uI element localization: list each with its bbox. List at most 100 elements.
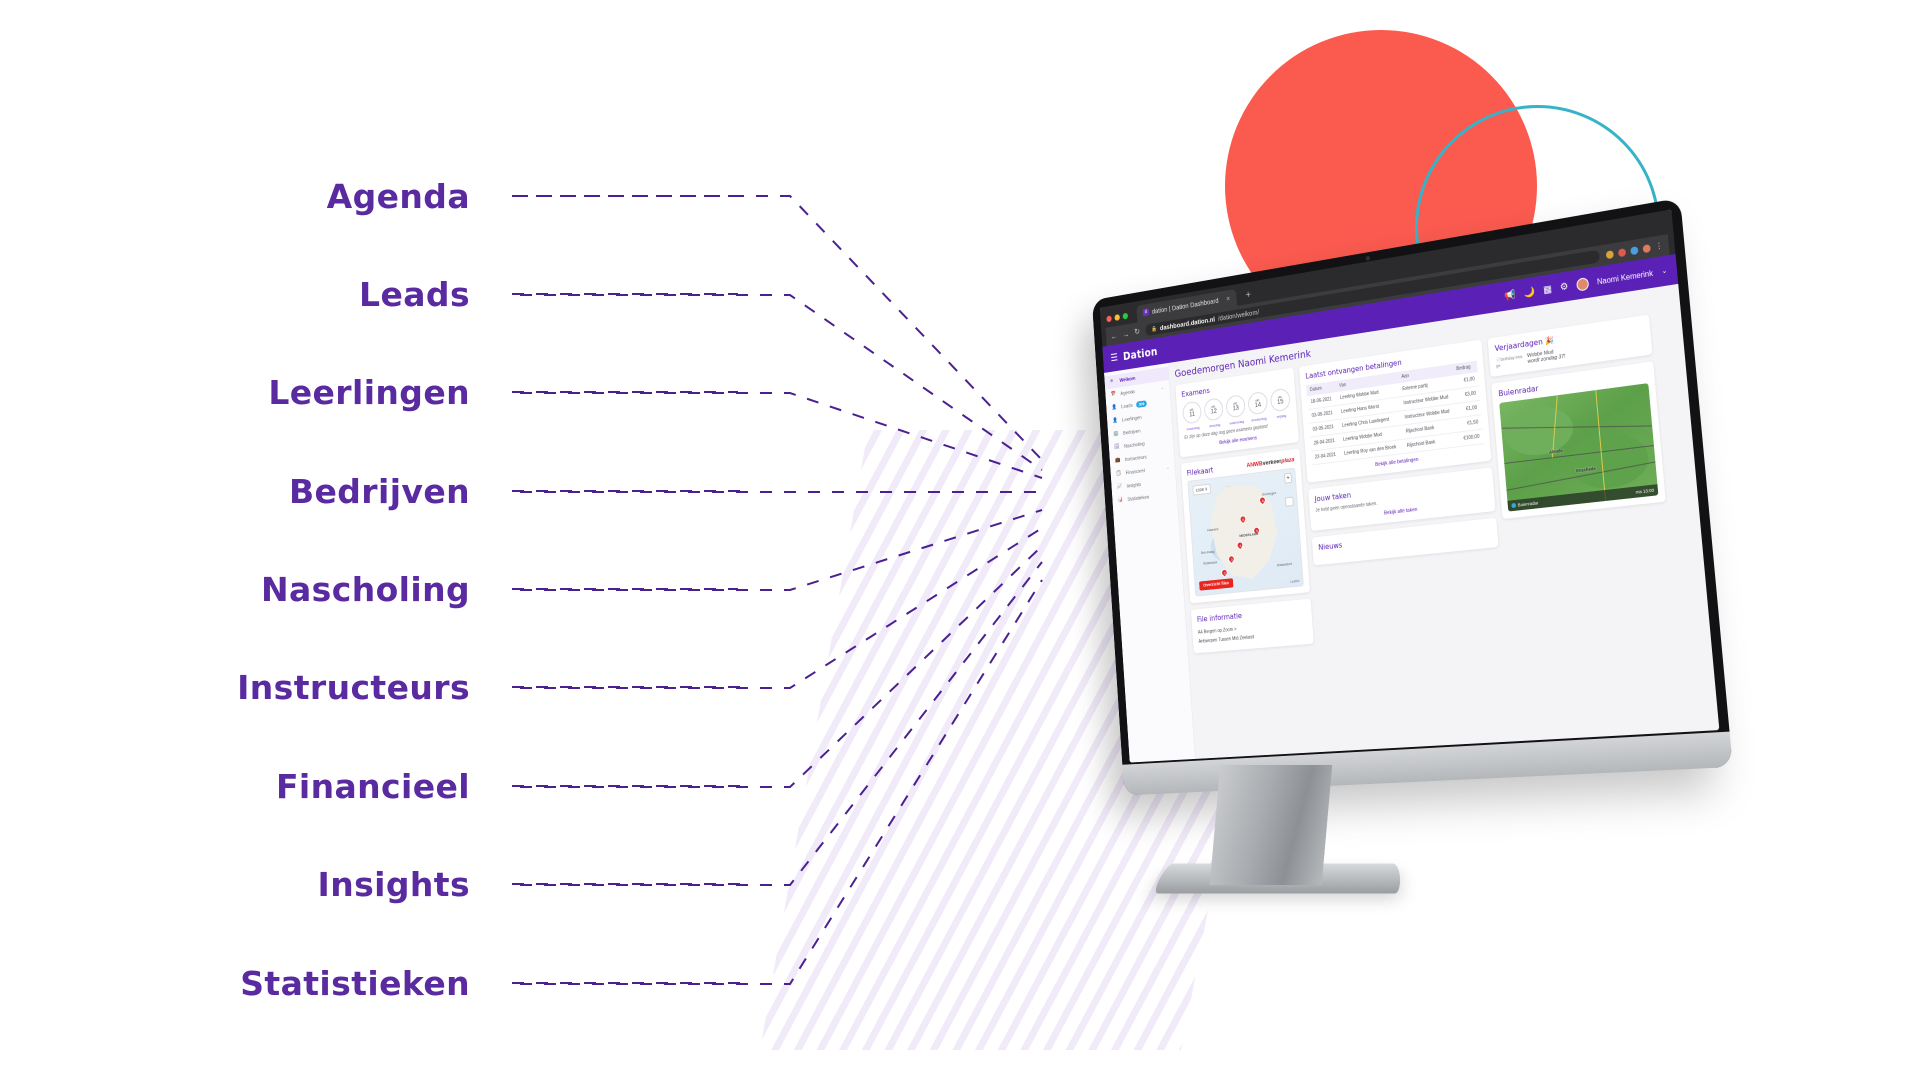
map-attribution[interactable]: Leaflet bbox=[1290, 579, 1300, 584]
sidebar-item-label: Welkom bbox=[1119, 375, 1136, 384]
dashboard-column-middle: Laatst ontvangen betalingen Datum Van Aa… bbox=[1298, 339, 1499, 566]
exam-weekday: maandag bbox=[1186, 425, 1200, 432]
avatar[interactable] bbox=[1576, 276, 1590, 292]
callout-row-agenda[interactable]: Agenda bbox=[0, 170, 800, 222]
chevron-down-icon[interactable]: ⌄ bbox=[1166, 465, 1170, 471]
sidebar-item-label: Nascholing bbox=[1123, 441, 1145, 450]
callout-label-instructeurs: Instructeurs bbox=[237, 667, 470, 707]
callout-row-financieel[interactable]: Financieel bbox=[0, 760, 800, 812]
minimize-window-button[interactable] bbox=[1114, 313, 1120, 321]
callout-dash-financieel bbox=[512, 785, 740, 787]
dation-favicon-icon: d bbox=[1142, 308, 1150, 317]
radar-dot-icon bbox=[1511, 502, 1517, 509]
buienradar-footer-label: Buienradar bbox=[1517, 500, 1539, 508]
file-informatie-card: File informatie A4 Bergen op Zoom > Antw… bbox=[1190, 598, 1314, 654]
map-city-label: Düsseldorf bbox=[1276, 562, 1292, 568]
megaphone-icon[interactable]: 📢 bbox=[1504, 289, 1516, 301]
browser-menu-icon[interactable]: ⋮ bbox=[1655, 241, 1663, 251]
buienradar-card: Buienradar Almelo Enschede Buienradar ma… bbox=[1491, 361, 1666, 520]
chevron-down-icon[interactable]: ⌄ bbox=[1161, 385, 1165, 391]
star-icon[interactable] bbox=[1605, 249, 1614, 259]
lock-icon: 🔒 bbox=[1151, 326, 1158, 333]
callout-row-instructeurs[interactable]: Instructeurs bbox=[0, 661, 800, 713]
user-name-label[interactable]: Naomi Kemerink bbox=[1597, 268, 1654, 286]
map-pin[interactable]: 2 bbox=[1219, 567, 1229, 578]
invoice-icon: 📋 bbox=[1115, 470, 1122, 477]
presentation-icon: 🖼 bbox=[1114, 443, 1120, 450]
map-zoom-chip[interactable]: 1028 ⇕ bbox=[1192, 483, 1212, 496]
callout-label-financieel: Financieel bbox=[275, 766, 470, 806]
callout-dash-nascholing bbox=[512, 588, 738, 590]
new-tab-button[interactable]: + bbox=[1241, 288, 1256, 301]
bar-chart-icon: 📊 bbox=[1117, 496, 1124, 503]
user-icon: 👤 bbox=[1112, 417, 1118, 424]
dashboard-column-left: Examens okt. 11 okt. 12 okt. 13 okt. 14 … bbox=[1175, 367, 1314, 654]
buienradar-logo: Buienradar bbox=[1511, 500, 1539, 509]
callout-row-leads[interactable]: Leads bbox=[0, 268, 800, 320]
grid-icon[interactable]: ▦ bbox=[1543, 283, 1553, 295]
buienradar-timestamp: ma 13:00 bbox=[1635, 487, 1655, 495]
poster-stage: Agenda Leads Leerlingen Bedrijven Nascho… bbox=[0, 0, 1920, 1080]
moon-icon[interactable]: 🌙 bbox=[1523, 286, 1535, 298]
callout-row-nascholing[interactable]: Nascholing bbox=[0, 563, 800, 615]
maximize-window-button[interactable] bbox=[1122, 312, 1129, 320]
chevron-down-icon[interactable]: ⌄ bbox=[1661, 266, 1667, 275]
app-header-left: ☰ Dation bbox=[1110, 345, 1158, 365]
callout-label-insights: Insights bbox=[317, 864, 470, 904]
callout-dash-insights bbox=[512, 883, 740, 885]
callout-dash-statistieken bbox=[512, 982, 740, 984]
dashboard-content: Goedemorgen Naomi Kemerink Examens okt. bbox=[1168, 284, 1719, 763]
cell-datum: 22-04-2021 bbox=[1311, 447, 1342, 465]
logo-accent: plaza bbox=[1281, 456, 1295, 465]
callout-dash-agenda bbox=[512, 195, 732, 197]
callout-row-insights[interactable]: Insights bbox=[0, 858, 800, 910]
gear-icon[interactable]: ⚙ bbox=[1560, 281, 1569, 293]
back-icon[interactable]: ← bbox=[1110, 331, 1117, 341]
exam-daynum: 15 bbox=[1276, 398, 1284, 406]
close-window-button[interactable] bbox=[1106, 314, 1112, 322]
home-icon: ☀ bbox=[1109, 378, 1114, 384]
reload-icon[interactable]: ↻ bbox=[1134, 327, 1140, 338]
broken-image-icon: 📄birthday-image bbox=[1495, 353, 1523, 368]
buienradar-map[interactable]: Almelo Enschede Buienradar ma 13:00 bbox=[1499, 383, 1659, 512]
callout-label-nascholing: Nascholing bbox=[261, 569, 470, 609]
callout-dash-bedrijven bbox=[512, 490, 740, 492]
callout-label-list: Agenda Leads Leerlingen Bedrijven Nascho… bbox=[0, 0, 800, 1080]
filekaart-card: Filekaart ANWBverkeerplaza 1028 ⇕ + 6 6 … bbox=[1180, 448, 1311, 604]
party-popper-icon: 🎉 bbox=[1544, 335, 1555, 346]
map-zoom-in-button[interactable]: + bbox=[1284, 472, 1293, 484]
map-layers-icon[interactable] bbox=[1284, 496, 1294, 507]
window-traffic-lights[interactable] bbox=[1105, 311, 1133, 322]
callout-row-bedrijven[interactable]: Bedrijven bbox=[0, 465, 800, 517]
extension2-icon[interactable] bbox=[1630, 245, 1639, 255]
exam-day[interactable]: okt. 13 bbox=[1225, 394, 1246, 419]
exam-day[interactable]: okt. 14 bbox=[1247, 390, 1269, 416]
exam-weekday: woensdag bbox=[1229, 418, 1245, 426]
examens-card: Examens okt. 11 okt. 12 okt. 13 okt. 14 … bbox=[1175, 367, 1299, 458]
nieuws-title: Nieuws bbox=[1318, 540, 1343, 552]
extension-icon[interactable] bbox=[1617, 247, 1627, 257]
exam-daynum: 13 bbox=[1232, 404, 1240, 412]
leads-count-badge: 309 bbox=[1136, 400, 1147, 408]
forward-icon[interactable]: → bbox=[1122, 329, 1129, 339]
overzicht-files-button[interactable]: Overzicht files bbox=[1199, 578, 1234, 591]
exam-day[interactable]: okt. 15 bbox=[1269, 387, 1291, 413]
app-brand-logo[interactable]: Dation bbox=[1123, 345, 1158, 363]
exam-day[interactable]: okt. 11 bbox=[1182, 400, 1203, 425]
monitor-screen: d dation | Dation Dashboard × + ← → ↻ 🔒 … bbox=[1099, 209, 1720, 763]
map-city-label: Rotterdam bbox=[1203, 560, 1218, 566]
filekaart-map[interactable]: 1028 ⇕ + 6 6 5 4 3 2 Groningen Haarlem D… bbox=[1187, 467, 1304, 597]
callout-label-agenda: Agenda bbox=[326, 176, 470, 216]
radar-city-almelo: Almelo bbox=[1548, 447, 1563, 455]
profile-avatar[interactable] bbox=[1642, 243, 1651, 253]
imac-monitor: d dation | Dation Dashboard × + ← → ↻ 🔒 … bbox=[1010, 197, 1870, 1040]
close-icon[interactable]: × bbox=[1226, 294, 1230, 303]
callout-label-leerlingen: Leerlingen bbox=[268, 372, 470, 412]
hamburger-icon[interactable]: ☰ bbox=[1110, 352, 1118, 364]
callout-row-statistieken[interactable]: Statistieken bbox=[0, 957, 800, 1009]
exam-day[interactable]: okt. 12 bbox=[1203, 397, 1224, 422]
sidebar-item-label: Financieel bbox=[1125, 467, 1145, 476]
callout-row-leerlingen[interactable]: Leerlingen bbox=[0, 366, 800, 418]
chart-line-icon: 📈 bbox=[1116, 483, 1123, 490]
callout-label-statistieken: Statistieken bbox=[240, 963, 470, 1003]
